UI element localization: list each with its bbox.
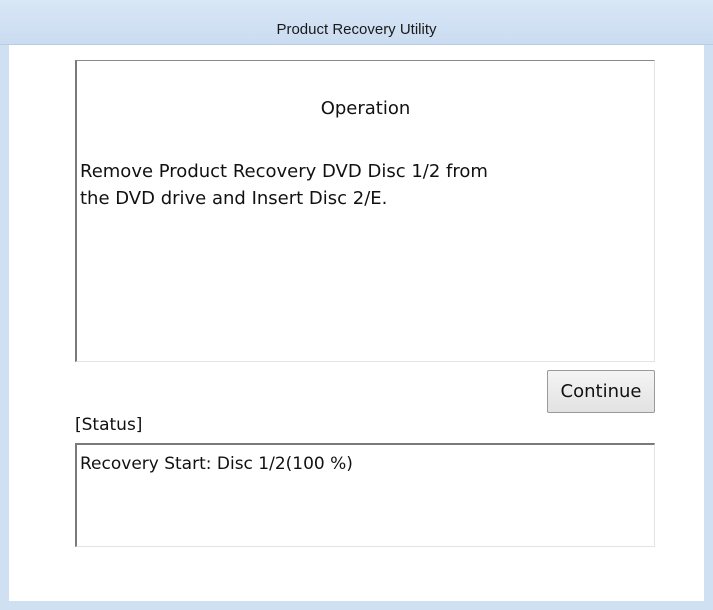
recovery-utility-window: Product Recovery Utility Operation Remov… <box>0 0 713 610</box>
status-label: [Status] <box>75 415 143 435</box>
window-title: Product Recovery Utility <box>276 21 437 38</box>
operation-message: Remove Product Recovery DVD Disc 1/2 fro… <box>80 161 488 209</box>
title-bar[interactable]: Product Recovery Utility <box>0 0 713 45</box>
continue-button[interactable]: Continue <box>547 370 655 413</box>
status-box: Recovery Start: Disc 1/2(100 %) <box>75 443 655 547</box>
operation-heading: Operation <box>320 98 411 119</box>
status-text: Recovery Start: Disc 1/2(100 %) <box>80 454 353 474</box>
operation-panel: Operation Remove Product Recovery DVD Di… <box>75 60 655 362</box>
